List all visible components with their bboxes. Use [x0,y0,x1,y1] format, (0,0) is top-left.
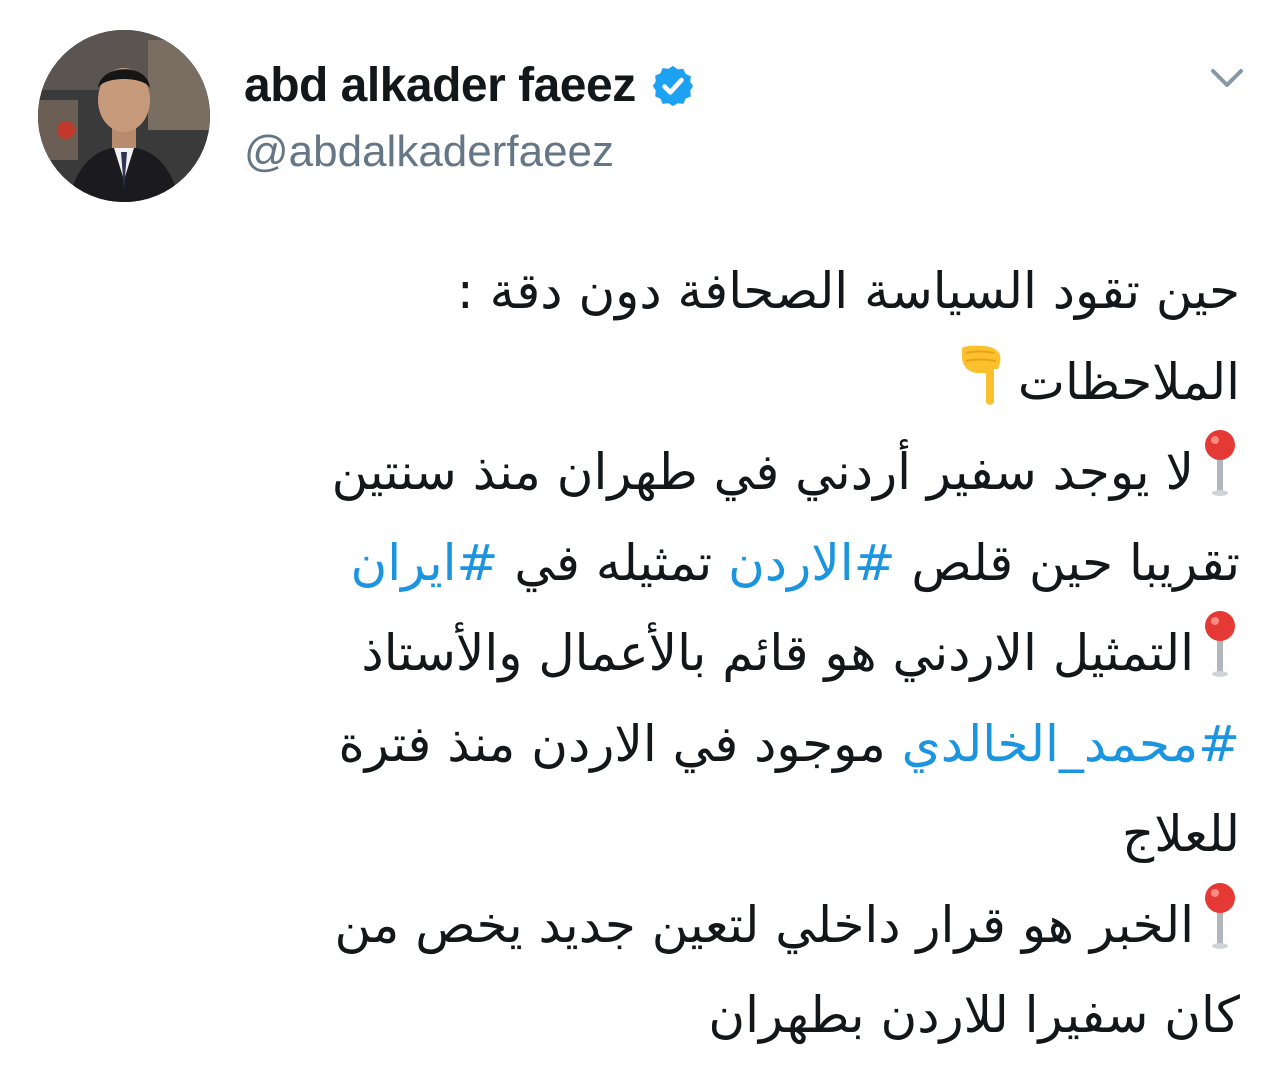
tweet-line-1: حين تقود السياسة الصحافة دون دقة : [40,246,1240,337]
avatar-photo [38,30,210,202]
tweet-line-3: لا يوجد سفير أردني في طهران منذ سنتين [40,427,1240,518]
tweet-line-2: الملاحظات [40,337,1240,428]
round-pushpin-emoji [1205,882,1235,949]
backhand-index-pointing-down-emoji [961,345,1001,405]
tweet-text-segment: موجود في الاردن منذ فترة [338,714,902,773]
tweet-text-segment: الملاحظات [1017,352,1240,411]
tweet-line-7: للعلاج [40,789,1240,880]
round-pushpin-emoji [1205,430,1235,496]
hashtag-link-iran[interactable]: #ايران [351,534,499,592]
tweet-text-segment: تقريبا حين قلص [895,533,1240,592]
tweet-line-4: تقريبا حين قلص #الاردن تمثيله في #ايران [40,518,1240,609]
tweet-text-segment: التمثيل الاردني هو قائم بالأعمال والأستا… [361,624,1194,682]
round-pushpin-emoji [1205,611,1235,677]
avatar[interactable] [38,30,210,202]
tweet-text-segment: حين تقود السياسة الصحافة دون دقة : [456,262,1240,320]
tweet-text-segment: تمثيله في [498,533,729,592]
tweet-text-segment: للعلاج [1121,805,1240,863]
hashtag-link-jordan[interactable]: #الاردن [728,534,895,592]
tweet-line-6: #محمد_الخالدي موجود في الاردن منذ فترة [40,699,1240,790]
tweet-line-9: كان سفيرا للاردن بطهران [40,970,1240,1061]
tweet-text-segment: الخبر هو قرار داخلي لتعين جديد يخص من [334,895,1194,954]
author-display-name[interactable]: abd alkader faeez [244,58,636,114]
author-handle[interactable]: @abdalkaderfaeez [244,126,614,178]
tweet-line-8: الخبر هو قرار داخلي لتعين جديد يخص من [40,880,1240,971]
tweet-line-5: التمثيل الاردني هو قائم بالأعمال والأستا… [40,608,1240,699]
tweet-text-segment: لا يوجد سفير أردني في طهران منذ سنتين [331,443,1194,501]
verified-badge-icon [652,65,693,107]
tweet-text-segment: كان سفيرا للاردن بطهران [708,986,1240,1044]
chevron-down-icon[interactable] [1208,64,1246,92]
tweet-header: abd alkader faeez @abdalkaderfaeez [0,0,1280,230]
hashtag-link-mohammad-alkhalidi[interactable]: #محمد_الخالدي [902,715,1240,773]
tweet-text: حين تقود السياسة الصحافة دون دقة : الملا… [40,246,1240,1061]
